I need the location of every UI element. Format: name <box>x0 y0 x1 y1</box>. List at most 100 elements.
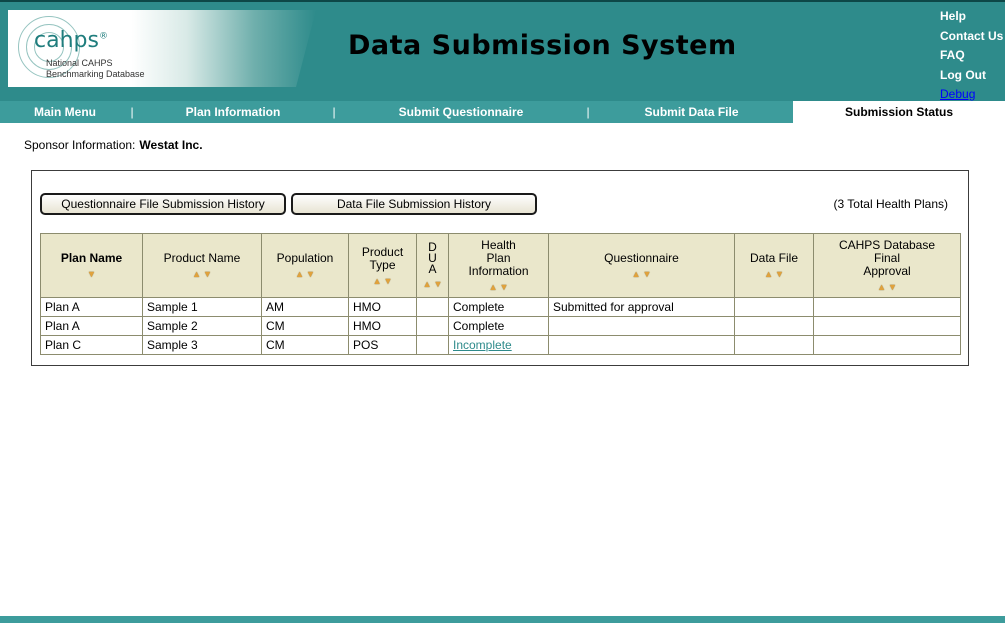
logo-subtitle: National CAHPS Benchmarking Database <box>46 58 145 80</box>
bottom-bar <box>0 616 1005 623</box>
column-header-product-type[interactable]: Product Type ▲▼ <box>349 234 417 298</box>
cell-product-type: HMO <box>349 298 417 317</box>
faq-link[interactable]: FAQ <box>940 46 1003 66</box>
cell-cahps-final-approval <box>814 298 961 317</box>
sort-desc-icon[interactable]: ▼ <box>203 269 212 279</box>
sort-asc-icon[interactable]: ▲ <box>877 282 886 292</box>
registered-mark: ® <box>99 32 108 42</box>
sort-desc-icon[interactable]: ▼ <box>434 279 443 289</box>
sponsor-label: Sponsor Information: <box>24 138 135 152</box>
cell-dua <box>417 336 449 355</box>
column-label: Product Name <box>145 252 259 265</box>
column-label: Plan Name <box>43 252 140 265</box>
sort-controls: ▼ <box>43 268 140 279</box>
cell-health-plan-information: Complete <box>449 317 549 336</box>
cell-questionnaire <box>549 317 735 336</box>
header-links: Help Contact Us FAQ Log Out Debug <box>940 7 1003 105</box>
sort-desc-icon[interactable]: ▼ <box>306 269 315 279</box>
data-submission-system-page: cahps® National CAHPS Benchmarking Datab… <box>0 0 1005 623</box>
log-out-link[interactable]: Log Out <box>940 66 1003 86</box>
table-header-row: Plan Name ▼ Product Name ▲▼ Population ▲… <box>41 234 961 298</box>
column-label: Questionnaire <box>551 252 732 265</box>
column-header-data-file[interactable]: Data File ▲▼ <box>735 234 814 298</box>
column-header-health-plan-information[interactable]: Health Plan Information ▲▼ <box>449 234 549 298</box>
main-nav: Main Menu | Plan Information | Submit Qu… <box>0 101 1005 123</box>
sort-controls: ▲▼ <box>264 268 346 279</box>
cell-data-file <box>735 317 814 336</box>
logo-brand-text: cahps <box>34 28 99 53</box>
column-label: Approval <box>816 265 958 278</box>
column-label: Type <box>351 259 414 272</box>
cell-product-type: POS <box>349 336 417 355</box>
column-header-product-name[interactable]: Product Name ▲▼ <box>143 234 262 298</box>
cell-plan-name: Plan A <box>41 298 143 317</box>
sort-asc-icon[interactable]: ▲ <box>764 269 773 279</box>
logo-subtitle-line1: National CAHPS <box>46 58 145 69</box>
sponsor-value: Westat Inc. <box>139 138 202 152</box>
cahps-logo: cahps® National CAHPS Benchmarking Datab… <box>8 10 316 87</box>
column-label: Product <box>351 246 414 259</box>
column-label: Information <box>451 265 546 278</box>
sort-desc-icon[interactable]: ▼ <box>888 282 897 292</box>
cell-cahps-final-approval <box>814 317 961 336</box>
cell-population: AM <box>262 298 349 317</box>
cell-dua <box>417 298 449 317</box>
cell-plan-name: Plan A <box>41 317 143 336</box>
column-label: Data File <box>737 252 811 265</box>
sort-controls: ▲▼ <box>737 268 811 279</box>
logo-subtitle-line2: Benchmarking Database <box>46 69 145 80</box>
contact-us-link[interactable]: Contact Us <box>940 27 1003 47</box>
table-row: Plan A Sample 2 CM HMO Complete <box>41 317 961 336</box>
cell-product-name: Sample 2 <box>143 317 262 336</box>
tab-submission-status[interactable]: Submission Status <box>793 101 1005 123</box>
cell-population: CM <box>262 336 349 355</box>
cell-data-file <box>735 336 814 355</box>
table-row: Plan A Sample 1 AM HMO Complete Submitte… <box>41 298 961 317</box>
cell-cahps-final-approval <box>814 336 961 355</box>
cell-questionnaire <box>549 336 735 355</box>
page-title: Data Submission System <box>348 30 737 61</box>
sort-controls: ▲▼ <box>551 268 732 279</box>
help-link[interactable]: Help <box>940 7 1003 27</box>
sort-asc-icon[interactable]: ▲ <box>373 276 382 286</box>
nav-submit-questionnaire[interactable]: Submit Questionnaire <box>336 101 586 123</box>
sort-asc-icon[interactable]: ▲ <box>192 269 201 279</box>
column-header-questionnaire[interactable]: Questionnaire ▲▼ <box>549 234 735 298</box>
column-label: Population <box>264 252 346 265</box>
cell-plan-name: Plan C <box>41 336 143 355</box>
nav-submit-data-file[interactable]: Submit Data File <box>590 101 793 123</box>
cell-dua <box>417 317 449 336</box>
column-label: A <box>419 264 446 275</box>
column-header-dua[interactable]: D U A ▲▼ <box>417 234 449 298</box>
sort-desc-icon[interactable]: ▼ <box>87 269 96 279</box>
sort-asc-icon[interactable]: ▲ <box>632 269 641 279</box>
sort-desc-icon[interactable]: ▼ <box>643 269 652 279</box>
sort-controls: ▲▼ <box>816 281 958 292</box>
sort-controls: ▲▼ <box>351 275 414 286</box>
sponsor-information: Sponsor Information: Westat Inc. <box>24 138 1005 152</box>
sort-asc-icon[interactable]: ▲ <box>295 269 304 279</box>
sort-desc-icon[interactable]: ▼ <box>384 276 393 286</box>
sort-desc-icon[interactable]: ▼ <box>775 269 784 279</box>
panel-toolbar: Questionnaire File Submission History Da… <box>40 193 960 215</box>
incomplete-link[interactable]: Incomplete <box>453 338 512 352</box>
nav-main-menu[interactable]: Main Menu <box>0 101 130 123</box>
nav-plan-information[interactable]: Plan Information <box>134 101 332 123</box>
column-header-population[interactable]: Population ▲▼ <box>262 234 349 298</box>
cell-product-name: Sample 3 <box>143 336 262 355</box>
sort-asc-icon[interactable]: ▲ <box>423 279 432 289</box>
cell-product-name: Sample 1 <box>143 298 262 317</box>
questionnaire-file-history-button[interactable]: Questionnaire File Submission History <box>40 193 286 215</box>
column-header-plan-name[interactable]: Plan Name ▼ <box>41 234 143 298</box>
submission-status-table: Plan Name ▼ Product Name ▲▼ Population ▲… <box>40 233 961 355</box>
sort-desc-icon[interactable]: ▼ <box>500 282 509 292</box>
column-header-cahps-database-final-approval[interactable]: CAHPS Database Final Approval ▲▼ <box>814 234 961 298</box>
cell-population: CM <box>262 317 349 336</box>
sort-asc-icon[interactable]: ▲ <box>489 282 498 292</box>
cell-data-file <box>735 298 814 317</box>
submission-status-panel: Questionnaire File Submission History Da… <box>31 170 969 366</box>
cell-health-plan-information: Complete <box>449 298 549 317</box>
sort-controls: ▲▼ <box>419 278 446 289</box>
data-file-history-button[interactable]: Data File Submission History <box>291 193 537 215</box>
sort-controls: ▲▼ <box>145 268 259 279</box>
